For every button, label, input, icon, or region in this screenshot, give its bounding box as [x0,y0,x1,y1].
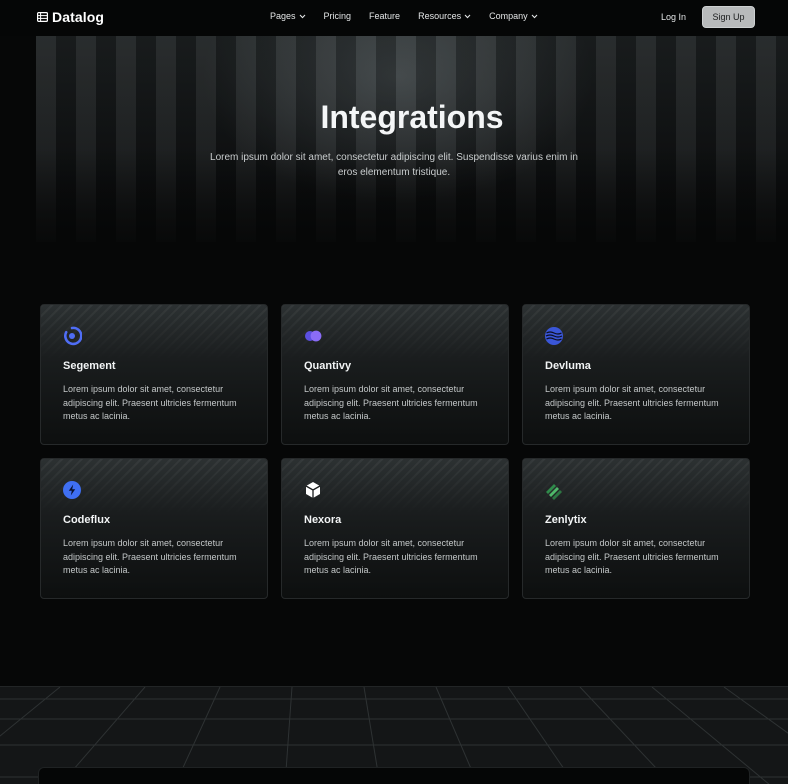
card-description: Lorem ipsum dolor sit amet, consectetur … [304,538,478,575]
codeflux-logo-icon [63,481,81,499]
menu-item-pages[interactable]: Pages [270,11,306,21]
card-description: Lorem ipsum dolor sit amet, consectetur … [63,384,237,421]
segement-logo-icon [64,326,82,346]
card-description: Lorem ipsum dolor sit amet, consectetur … [545,384,719,421]
card-title: Segement [63,360,116,372]
menu-item-company[interactable]: Company [489,11,538,21]
menu-item-label: Company [489,11,528,21]
signup-button[interactable]: Sign Up [702,6,755,28]
integration-card-zenlytix[interactable]: Zenlytix Lorem ipsum dolor sit amet, con… [522,458,750,599]
brand-logo[interactable]: Datalog [37,9,104,25]
chevron-down-icon [531,14,538,18]
quantivy-logo-icon [305,330,322,342]
top-navbar: Datalog Pages Pricing Feature Resources … [0,0,788,36]
nexora-cube-icon [305,482,321,498]
brand-table-icon [37,12,48,22]
integration-card-nexora[interactable]: Nexora Lorem ipsum dolor sit amet, conse… [281,458,509,599]
page-title: Integrations [320,99,504,135]
main-menu: Pages Pricing Feature Resources Company [270,11,556,21]
login-link[interactable]: Log In [661,12,686,22]
integration-card-devluma[interactable]: Devluma Lorem ipsum dolor sit amet, cons… [522,304,750,445]
card-title: Devluma [545,360,591,372]
hero-fade-overlay [36,36,788,242]
hero-section: Integrations Lorem ipsum dolor sit amet,… [36,36,788,242]
chevron-down-icon [464,14,471,18]
devluma-logo-icon [545,327,563,345]
menu-item-label: Feature [369,11,401,21]
card-title: Codeflux [63,514,111,526]
card-title: Nexora [304,514,342,526]
page-subtitle: Lorem ipsum dolor sit amet, consectetur … [210,152,578,178]
menu-item-resources[interactable]: Resources [418,11,471,21]
card-title: Zenlytix [545,514,587,526]
integration-card-quantivy[interactable]: Quantivy Lorem ipsum dolor sit amet, con… [281,304,509,445]
menu-item-label: Resources [418,11,462,21]
menu-item-pricing[interactable]: Pricing [324,11,352,21]
integration-card-codeflux[interactable]: Codeflux Lorem ipsum dolor sit amet, con… [40,458,268,599]
brand-name: Datalog [52,9,105,25]
card-title: Quantivy [304,360,352,372]
zenlytix-leaf-icon [546,484,562,500]
menu-item-feature[interactable]: Feature [369,11,400,21]
menu-item-label: Pages [270,11,296,21]
chevron-down-icon [299,14,305,18]
card-description: Lorem ipsum dolor sit amet, consectetur … [304,384,478,421]
menu-item-label: Pricing [323,11,352,21]
footer-panel [38,767,750,784]
card-description: Lorem ipsum dolor sit amet, consectetur … [545,538,719,575]
integration-card-segement[interactable]: Segement Lorem ipsum dolor sit amet, con… [40,304,268,445]
card-description: Lorem ipsum dolor sit amet, consectetur … [63,538,237,575]
